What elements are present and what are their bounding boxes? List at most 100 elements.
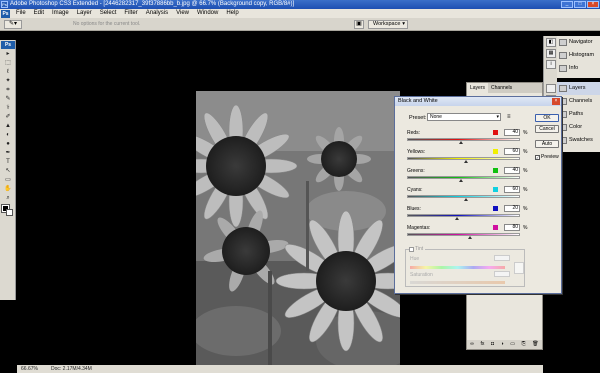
ok-button[interactable]: OK: [535, 114, 559, 122]
dock-item-color[interactable]: Color: [557, 121, 600, 134]
clone-stamp-tool-icon[interactable]: ▲: [1, 122, 15, 131]
tint-checkbox[interactable]: [409, 246, 414, 252]
hand-tool-icon[interactable]: ✋: [1, 185, 15, 194]
layer-style-icon[interactable]: fx: [480, 340, 484, 349]
lasso-tool-icon[interactable]: ℓ: [1, 68, 15, 77]
bridge-icon[interactable]: ▣: [354, 20, 364, 29]
shape-tool-icon[interactable]: ▭: [1, 176, 15, 185]
preset-options-icon[interactable]: ≡: [507, 114, 511, 120]
blues-slider-thumb[interactable]: [454, 217, 459, 220]
blues-track[interactable]: [407, 214, 520, 217]
path-selection-tool-icon[interactable]: ↖: [1, 167, 15, 176]
greens-track[interactable]: [407, 176, 520, 179]
menu-filter[interactable]: Filter: [120, 9, 141, 18]
move-tool-icon[interactable]: ▸: [1, 50, 15, 59]
tint-color-swatch[interactable]: [514, 262, 524, 274]
menu-select[interactable]: Select: [96, 9, 121, 18]
cancel-button[interactable]: Cancel: [535, 125, 559, 133]
cyans-slider-thumb[interactable]: [463, 198, 468, 201]
saturation-slider[interactable]: [410, 281, 505, 284]
greens-slider-thumb[interactable]: [459, 179, 464, 182]
dialog-title-bar[interactable]: Black and White ×: [395, 97, 561, 106]
preset-dropdown[interactable]: None ▾: [427, 113, 501, 121]
magentas-track[interactable]: [407, 233, 520, 236]
navigator-icon[interactable]: ◧: [546, 38, 556, 47]
doc-size[interactable]: Doc: 2.17M/4.34M: [51, 365, 92, 373]
menu-image[interactable]: Image: [48, 9, 73, 18]
minimize-button[interactable]: _: [561, 1, 573, 8]
cyans-value-field[interactable]: 60: [504, 186, 520, 193]
menu-layer[interactable]: Layer: [73, 9, 96, 18]
dock-item-paths[interactable]: Paths: [557, 108, 600, 121]
crop-tool-icon[interactable]: ⌗: [1, 86, 15, 95]
new-layer-icon[interactable]: ⎘: [522, 340, 526, 349]
sunflower-photo[interactable]: [196, 91, 400, 367]
hue-field[interactable]: [494, 255, 510, 261]
healing-brush-tool-icon[interactable]: ⚕: [1, 104, 15, 113]
tab-layers[interactable]: Layers: [467, 83, 489, 93]
dock-item-channels[interactable]: Channels: [557, 95, 600, 108]
eyedropper-tool-icon[interactable]: ✎: [1, 95, 15, 104]
magentas-value-field[interactable]: 80: [504, 224, 520, 231]
dock-item-navigator[interactable]: Navigator: [557, 36, 600, 49]
reds-swatch: [493, 130, 498, 135]
type-tool-icon[interactable]: T: [1, 158, 15, 167]
info-icon[interactable]: i: [546, 60, 556, 69]
saturation-field[interactable]: [494, 271, 510, 277]
eyedropper-icon[interactable]: ✎▾: [4, 20, 22, 29]
link-layers-icon[interactable]: ∞: [470, 340, 474, 349]
close-icon[interactable]: ×: [552, 98, 560, 105]
new-group-icon[interactable]: ▭: [510, 340, 515, 349]
menu-view[interactable]: View: [172, 9, 193, 18]
auto-button[interactable]: Auto: [535, 140, 559, 148]
dodge-tool-icon[interactable]: ●: [1, 140, 15, 149]
slider-magentas: Magentas: 80%: [407, 224, 532, 241]
slider-yellows: Yellows: 60%: [407, 148, 532, 165]
histogram-icon[interactable]: ▦: [546, 49, 556, 58]
close-window-button[interactable]: ×: [587, 1, 599, 8]
trash-icon[interactable]: 🗑: [532, 340, 538, 349]
reds-value-field[interactable]: 40: [504, 129, 520, 136]
reds-slider-thumb[interactable]: [459, 141, 464, 144]
marquee-tool-icon[interactable]: ⬚: [1, 59, 15, 68]
menu-help[interactable]: Help: [222, 9, 242, 18]
layers-icon: [559, 85, 567, 92]
dock-item-swatches[interactable]: Swatches: [557, 134, 600, 147]
layers-icon[interactable]: [546, 84, 556, 93]
preview-checkbox-row[interactable]: ✓ Preview: [535, 154, 559, 160]
pen-tool-icon[interactable]: ✒: [1, 149, 15, 158]
dock-item-info[interactable]: Info: [557, 62, 600, 75]
workspace-dropdown[interactable]: Workspace ▾: [368, 20, 408, 29]
zoom-level[interactable]: 66.67%: [21, 365, 38, 373]
percent-sign: %: [523, 149, 528, 155]
blues-value-field[interactable]: 20: [504, 205, 520, 212]
slider-label: Reds:: [407, 130, 421, 136]
dock-item-label: Swatches: [569, 137, 593, 143]
magentas-slider-thumb[interactable]: [468, 236, 473, 239]
ps-menu-logo: Ps: [1, 9, 10, 18]
preview-checkbox[interactable]: ✓: [535, 154, 540, 160]
magic-wand-tool-icon[interactable]: ✦: [1, 77, 15, 86]
yellows-slider-thumb[interactable]: [463, 160, 468, 163]
greens-value-field[interactable]: 40: [504, 167, 520, 174]
dock-item-layers[interactable]: Layers: [557, 82, 600, 95]
yellows-value-field[interactable]: 60: [504, 148, 520, 155]
menu-file[interactable]: File: [12, 9, 30, 18]
hue-slider[interactable]: [410, 266, 505, 269]
reds-track[interactable]: [407, 138, 520, 141]
dock-item-label: Layers: [569, 85, 586, 91]
tab-channels[interactable]: Channels: [488, 83, 515, 93]
brush-tool-icon[interactable]: ✐: [1, 113, 15, 122]
adjustment-layer-icon[interactable]: ◑: [501, 340, 504, 349]
layer-mask-icon[interactable]: ◘: [491, 340, 494, 349]
background-color-swatch[interactable]: [6, 209, 13, 216]
menu-edit[interactable]: Edit: [30, 9, 48, 18]
zoom-tool-icon[interactable]: ⌕: [1, 194, 15, 203]
history-brush-tool-icon[interactable]: ◐: [1, 131, 15, 140]
menu-analysis[interactable]: Analysis: [142, 9, 172, 18]
menu-window[interactable]: Window: [193, 9, 222, 18]
maximize-button[interactable]: □: [574, 1, 586, 8]
dock-item-histogram[interactable]: Histogram: [557, 49, 600, 62]
layers-panel-tabs: Layers Channels: [467, 83, 542, 93]
tint-checkbox-row[interactable]: Tint: [409, 246, 426, 252]
